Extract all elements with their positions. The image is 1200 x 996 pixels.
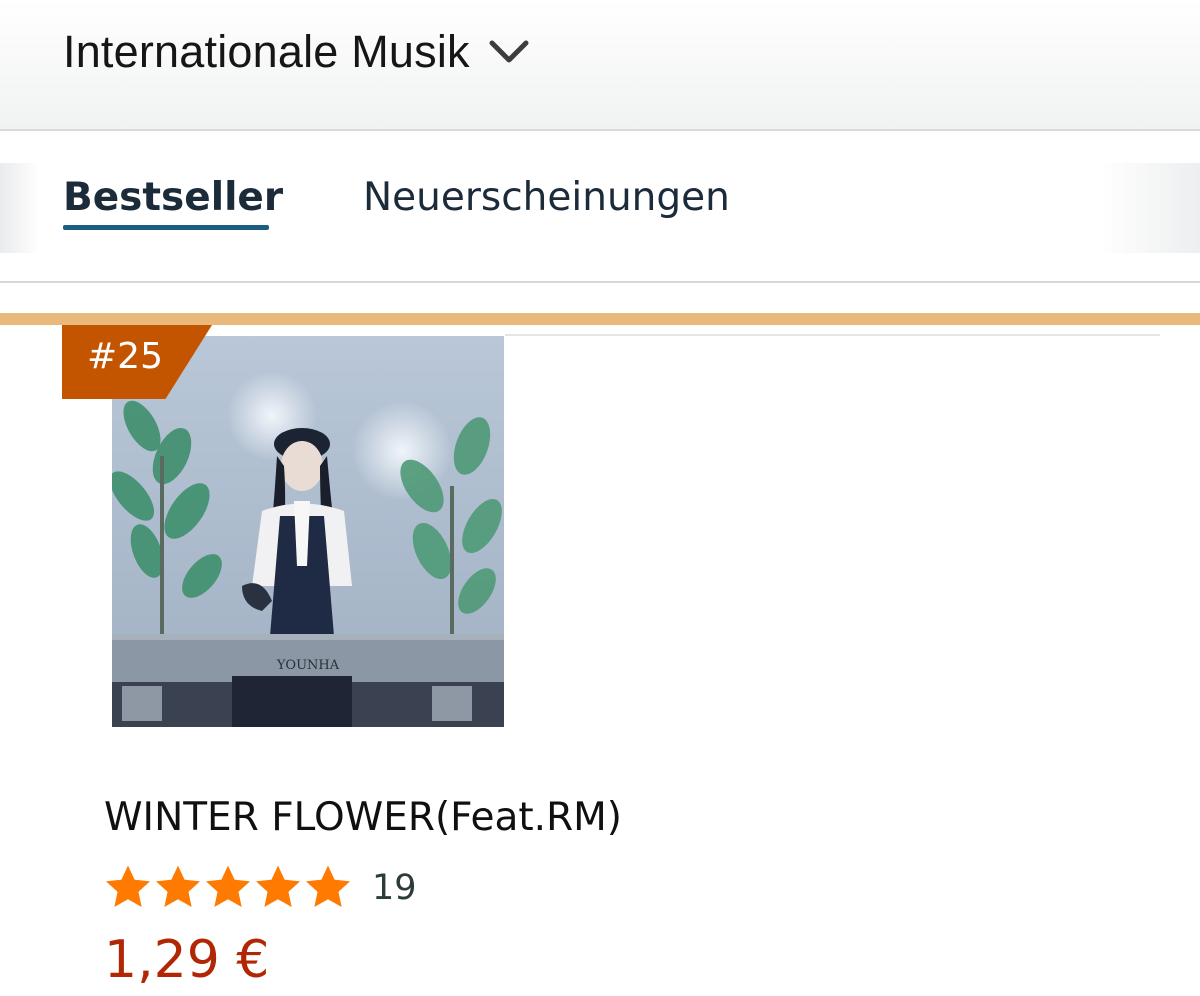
rating-row[interactable]: 19	[104, 862, 417, 914]
category-dropdown[interactable]: Internationale Musik	[63, 26, 530, 78]
cover-artist-text: YOUNHA	[276, 658, 340, 673]
category-title: Internationale Musik	[63, 26, 470, 77]
review-count: 19	[372, 868, 417, 908]
tab-selected-indicator	[63, 225, 269, 230]
star-rating	[104, 864, 354, 912]
divider	[505, 334, 1160, 336]
star-icon	[156, 865, 200, 907]
star-icon	[106, 865, 150, 907]
star-icon	[306, 865, 350, 907]
tab-bar: Bestseller Neuerscheinungen	[0, 133, 1200, 283]
product-title-link[interactable]: WINTER FLOWER(Feat.RM)	[104, 795, 622, 840]
album-cover[interactable]: YOUNHA	[112, 336, 504, 727]
star-icon	[206, 865, 250, 907]
section-separator	[0, 313, 1200, 325]
category-header: Internationale Musik	[0, 0, 1200, 131]
tab-neuerscheinungen[interactable]: Neuerscheinungen	[363, 175, 730, 220]
chevron-down-icon	[489, 40, 529, 63]
tab-bestseller[interactable]: Bestseller	[63, 175, 283, 220]
scroll-fade-left	[0, 163, 40, 253]
album-cover-image: YOUNHA	[112, 336, 504, 727]
scroll-fade-right	[1100, 163, 1200, 253]
star-icon	[256, 865, 300, 907]
price: 1,29 €	[104, 930, 270, 990]
rank-label: #25	[87, 336, 163, 377]
